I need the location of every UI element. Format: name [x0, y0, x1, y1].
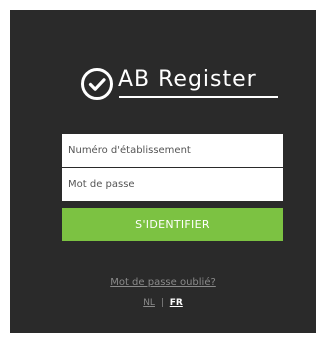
language-switcher: NL | FR: [10, 298, 316, 308]
sign-in-button[interactable]: S'IDENTIFIER: [62, 208, 283, 241]
ab-register-logo: AB Register: [80, 61, 281, 107]
login-panel: AB Register S'IDENTIFIER Mot de passe ou…: [10, 10, 316, 333]
brand-underline: [119, 96, 278, 98]
establishment-number-input[interactable]: [62, 134, 283, 167]
brand-name: AB Register: [118, 67, 257, 92]
language-nl-link[interactable]: NL: [143, 298, 155, 308]
language-fr-link[interactable]: FR: [170, 298, 183, 308]
check-circle-icon: [80, 67, 114, 101]
forgot-password-link[interactable]: Mot de passe oublié?: [10, 277, 316, 288]
language-separator: |: [160, 298, 164, 308]
password-input[interactable]: [62, 168, 283, 201]
